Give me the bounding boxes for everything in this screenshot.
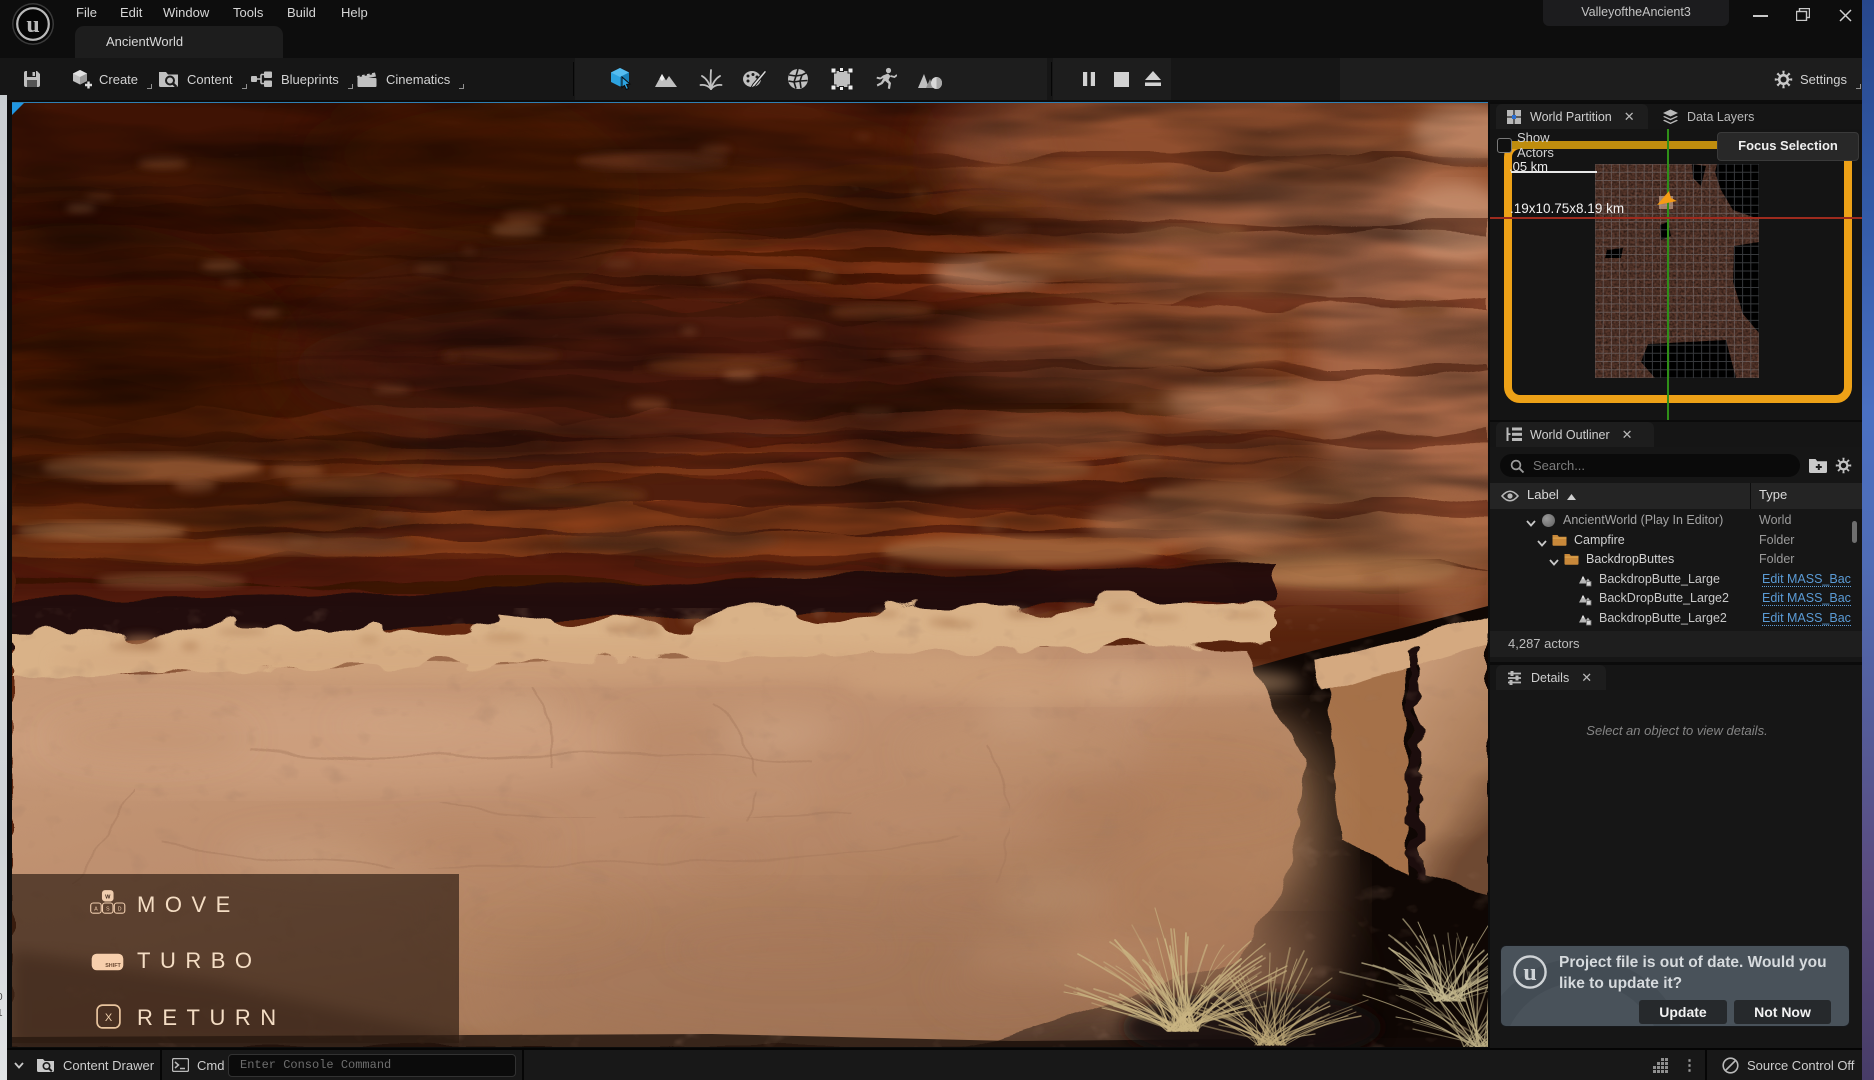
svg-text:u: u	[1523, 960, 1536, 986]
svg-text:S: S	[106, 907, 110, 913]
svg-text:A: A	[94, 907, 98, 913]
svg-text:D: D	[118, 907, 122, 913]
svg-text:SHIFT: SHIFT	[105, 963, 121, 969]
svg-text:u: u	[26, 12, 39, 38]
svg-text:X: X	[105, 1012, 113, 1024]
svg-text:W: W	[105, 894, 111, 900]
